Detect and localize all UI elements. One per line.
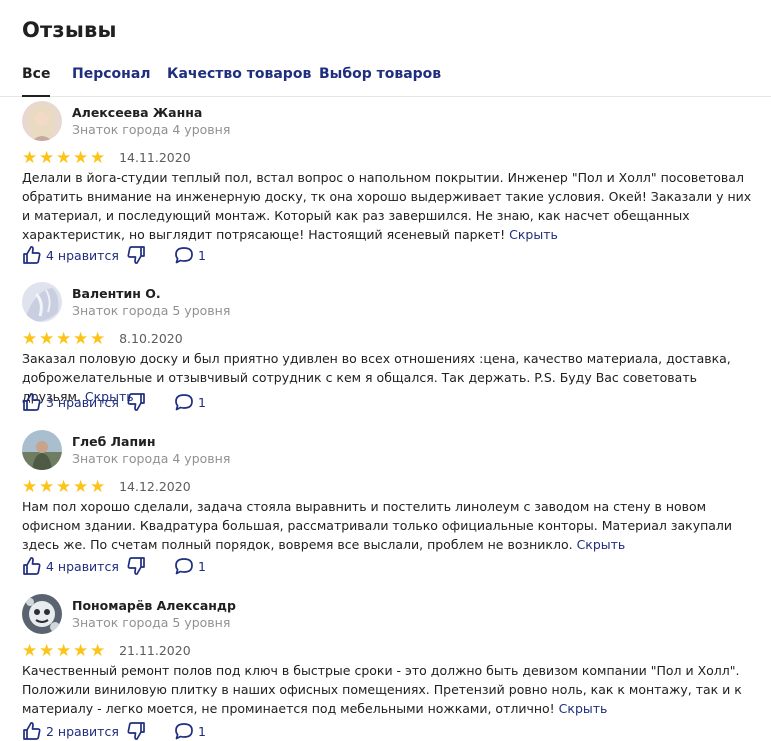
thumbs-down-icon: [127, 393, 145, 411]
comment-icon: [175, 558, 193, 575]
avatar[interactable]: [22, 282, 62, 322]
comment-count: 1: [198, 558, 206, 574]
comment-icon: [175, 723, 193, 740]
star-icon: ★: [73, 148, 89, 168]
star-icon: ★: [73, 477, 89, 497]
like-count: 3 нравится: [46, 394, 119, 410]
star-rating: ★ ★ ★ ★ ★: [22, 148, 107, 167]
author-name[interactable]: Валентин О.: [72, 286, 161, 301]
tab-product-quality[interactable]: Качество товаров: [167, 66, 311, 96]
comments-button[interactable]: 1: [174, 392, 206, 412]
star-icon: ★: [22, 148, 38, 168]
author-name[interactable]: Глеб Лапин: [72, 434, 156, 449]
author-level: Знаток города 5 уровня: [72, 303, 231, 318]
dislike-button[interactable]: [126, 721, 146, 741]
review-text-block: Качественный ремонт полов под ключ в быс…: [22, 661, 757, 718]
rating: ★ ★ ★ ★ ★ 8.10.2020: [22, 328, 183, 348]
star-rating: ★ ★ ★ ★ ★: [22, 329, 107, 348]
like-count: 2 нравится: [46, 723, 119, 739]
review-date: 21.11.2020: [119, 643, 191, 658]
hide-link[interactable]: Скрыть: [577, 537, 626, 552]
star-icon: ★: [90, 148, 106, 168]
tab-product-selection[interactable]: Выбор товаров: [319, 66, 441, 96]
like-button[interactable]: 4 нравится: [22, 245, 119, 265]
star-icon: ★: [73, 329, 89, 349]
comment-icon: [175, 394, 193, 411]
thumbs-down-icon: [127, 246, 145, 264]
tab-all[interactable]: Все: [22, 66, 51, 97]
author-level: Знаток города 5 уровня: [72, 615, 231, 630]
author-level: Знаток города 4 уровня: [72, 122, 231, 137]
thumbs-up-icon: [23, 246, 41, 264]
page-title: Отзывы: [22, 18, 117, 42]
thumbs-down-icon: [127, 557, 145, 575]
dislike-button[interactable]: [126, 245, 146, 265]
avatar[interactable]: [22, 594, 62, 634]
avatar[interactable]: [22, 430, 62, 470]
star-icon: ★: [56, 329, 72, 349]
star-icon: ★: [39, 329, 55, 349]
author-name[interactable]: Алексеева Жанна: [72, 105, 202, 120]
star-icon: ★: [56, 148, 72, 168]
star-icon: ★: [22, 641, 38, 661]
star-icon: ★: [39, 477, 55, 497]
thumbs-down-icon: [127, 722, 145, 740]
star-icon: ★: [22, 477, 38, 497]
comment-count: 1: [198, 394, 206, 410]
review-date: 8.10.2020: [119, 331, 183, 346]
star-icon: ★: [22, 329, 38, 349]
rating: ★ ★ ★ ★ ★ 14.12.2020: [22, 476, 191, 496]
comments-button[interactable]: 1: [174, 245, 206, 265]
review-text: Делали в йога-студии теплый пол, встал в…: [22, 170, 752, 242]
star-icon: ★: [90, 477, 106, 497]
review-text-block: Делали в йога-студии теплый пол, встал в…: [22, 168, 757, 244]
like-button[interactable]: 4 нравится: [22, 556, 119, 576]
comment-count: 1: [198, 723, 206, 739]
reviews-page: Отзывы Все Персонал Качество товаров Выб…: [0, 0, 771, 740]
thumbs-up-icon: [23, 722, 41, 740]
like-button[interactable]: 2 нравится: [22, 721, 119, 741]
dislike-button[interactable]: [126, 556, 146, 576]
comments-button[interactable]: 1: [174, 556, 206, 576]
like-count: 4 нравится: [46, 558, 119, 574]
tab-staff[interactable]: Персонал: [72, 66, 151, 96]
star-icon: ★: [56, 641, 72, 661]
hide-link[interactable]: Скрыть: [509, 227, 558, 242]
star-icon: ★: [90, 641, 106, 661]
review-text: Нам пол хорошо сделали, задача стояла вы…: [22, 499, 733, 552]
star-icon: ★: [39, 148, 55, 168]
star-icon: ★: [73, 641, 89, 661]
author-name[interactable]: Пономарёв Александр: [72, 598, 236, 613]
thumbs-up-icon: [23, 557, 41, 575]
avatar[interactable]: [22, 101, 62, 141]
review-date: 14.12.2020: [119, 479, 191, 494]
star-icon: ★: [56, 477, 72, 497]
review-text: Качественный ремонт полов под ключ в быс…: [22, 663, 742, 716]
dislike-button[interactable]: [126, 392, 146, 412]
star-icon: ★: [90, 329, 106, 349]
rating: ★ ★ ★ ★ ★ 14.11.2020: [22, 147, 191, 167]
like-count: 4 нравится: [46, 247, 119, 263]
star-icon: ★: [39, 641, 55, 661]
tab-bar: Все Персонал Качество товаров Выбор това…: [0, 66, 771, 97]
review-text-block: Нам пол хорошо сделали, задача стояла вы…: [22, 497, 757, 554]
author-level: Знаток города 4 уровня: [72, 451, 231, 466]
star-rating: ★ ★ ★ ★ ★: [22, 641, 107, 660]
comment-count: 1: [198, 247, 206, 263]
comment-icon: [175, 247, 193, 264]
star-rating: ★ ★ ★ ★ ★: [22, 477, 107, 496]
review-date: 14.11.2020: [119, 150, 191, 165]
hide-link[interactable]: Скрыть: [559, 701, 608, 716]
thumbs-up-icon: [23, 393, 41, 411]
comments-button[interactable]: 1: [174, 721, 206, 741]
rating: ★ ★ ★ ★ ★ 21.11.2020: [22, 640, 191, 660]
like-button[interactable]: 3 нравится: [22, 392, 119, 412]
